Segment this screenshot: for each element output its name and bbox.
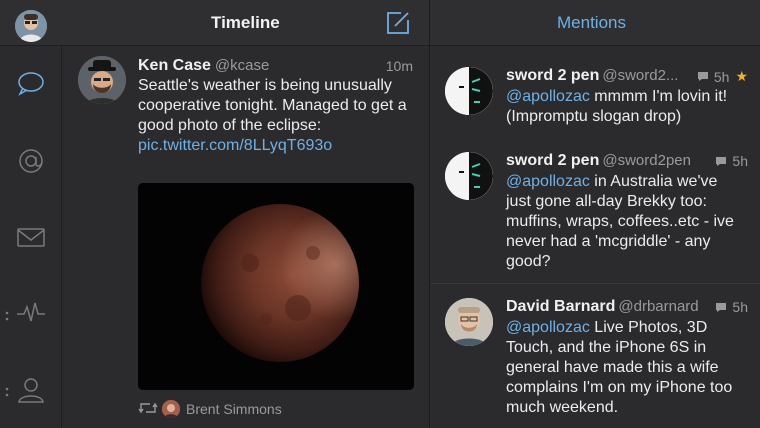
retweeter-name[interactable]: Brent Simmons <box>186 401 282 417</box>
page-title: Timeline <box>211 13 280 32</box>
mention-text: @apollozac Live Photos, 3D Touch, and th… <box>506 318 746 418</box>
author-name[interactable]: Ken Case @kcase <box>138 57 269 75</box>
author-handle[interactable]: @sword2... <box>602 67 678 84</box>
mention-user-link[interactable]: @apollozac <box>506 173 590 190</box>
tweet-text: Seattle's weather is being unusually coo… <box>138 76 413 156</box>
avatar[interactable] <box>445 152 493 200</box>
profile-icon[interactable] <box>15 374 47 406</box>
mention-meta: 5h <box>715 299 748 315</box>
retweet-row[interactable]: Brent Simmons <box>138 399 282 419</box>
avatar[interactable] <box>445 67 493 115</box>
mention-meta: 5h <box>715 153 748 169</box>
retweet-icon <box>138 401 158 418</box>
drag-handle-icon[interactable] <box>5 384 9 397</box>
avatar[interactable] <box>445 298 493 346</box>
mention-timestamp: 5h <box>732 299 748 315</box>
reply-bubble-icon <box>716 302 727 312</box>
mention-header: sword 2 pen @sword2pen <box>506 152 746 172</box>
at-sign-icon[interactable] <box>15 145 47 177</box>
sidebar-rail <box>0 0 62 428</box>
mention-user-link[interactable]: @apollozac <box>506 88 590 105</box>
column-divider <box>429 0 430 428</box>
eclipse-photo[interactable] <box>138 183 414 390</box>
drag-handle-icon[interactable] <box>5 308 9 321</box>
author-display-name[interactable]: David Barnard <box>506 298 615 315</box>
mention-timestamp: 5h <box>732 153 748 169</box>
retweeter-avatar[interactable] <box>162 400 180 418</box>
mention-text: @apollozac in Australia we've just gone … <box>506 172 746 272</box>
mention-meta: 5h ★ <box>697 68 748 85</box>
mentions-title: Mentions <box>557 13 626 32</box>
author-display-name[interactable]: sword 2 pen <box>506 67 599 84</box>
mention-timestamp: 5h <box>713 68 730 85</box>
author-handle[interactable]: @kcase <box>215 57 269 74</box>
author-handle[interactable]: @drbarnard <box>618 298 698 315</box>
author-display-name[interactable]: Ken Case <box>138 57 211 74</box>
row-divider <box>431 283 760 284</box>
avatar[interactable] <box>78 56 126 104</box>
envelope-icon[interactable] <box>15 221 47 253</box>
speech-bubble-icon[interactable] <box>15 67 47 99</box>
activity-icon[interactable] <box>15 297 47 329</box>
reply-bubble-icon <box>716 156 727 166</box>
reply-bubble-icon <box>697 72 708 81</box>
compose-icon[interactable] <box>385 10 411 36</box>
author-handle[interactable]: @sword2pen <box>602 152 691 169</box>
mention-user-link[interactable]: @apollozac <box>506 319 590 336</box>
mention-header: David Barnard @drbarnard <box>506 298 746 318</box>
tweet-link[interactable]: pic.twitter.com/8LLyqT693o <box>138 137 332 154</box>
star-icon[interactable]: ★ <box>735 68 748 85</box>
tweet-timestamp: 10m <box>385 58 413 74</box>
tweet-body: Seattle's weather is being unusually coo… <box>138 77 407 134</box>
account-avatar[interactable] <box>15 10 47 42</box>
author-display-name[interactable]: sword 2 pen <box>506 152 599 169</box>
mention-text: @apollozac mmmm I'm lovin it! (Impromptu… <box>506 87 746 127</box>
